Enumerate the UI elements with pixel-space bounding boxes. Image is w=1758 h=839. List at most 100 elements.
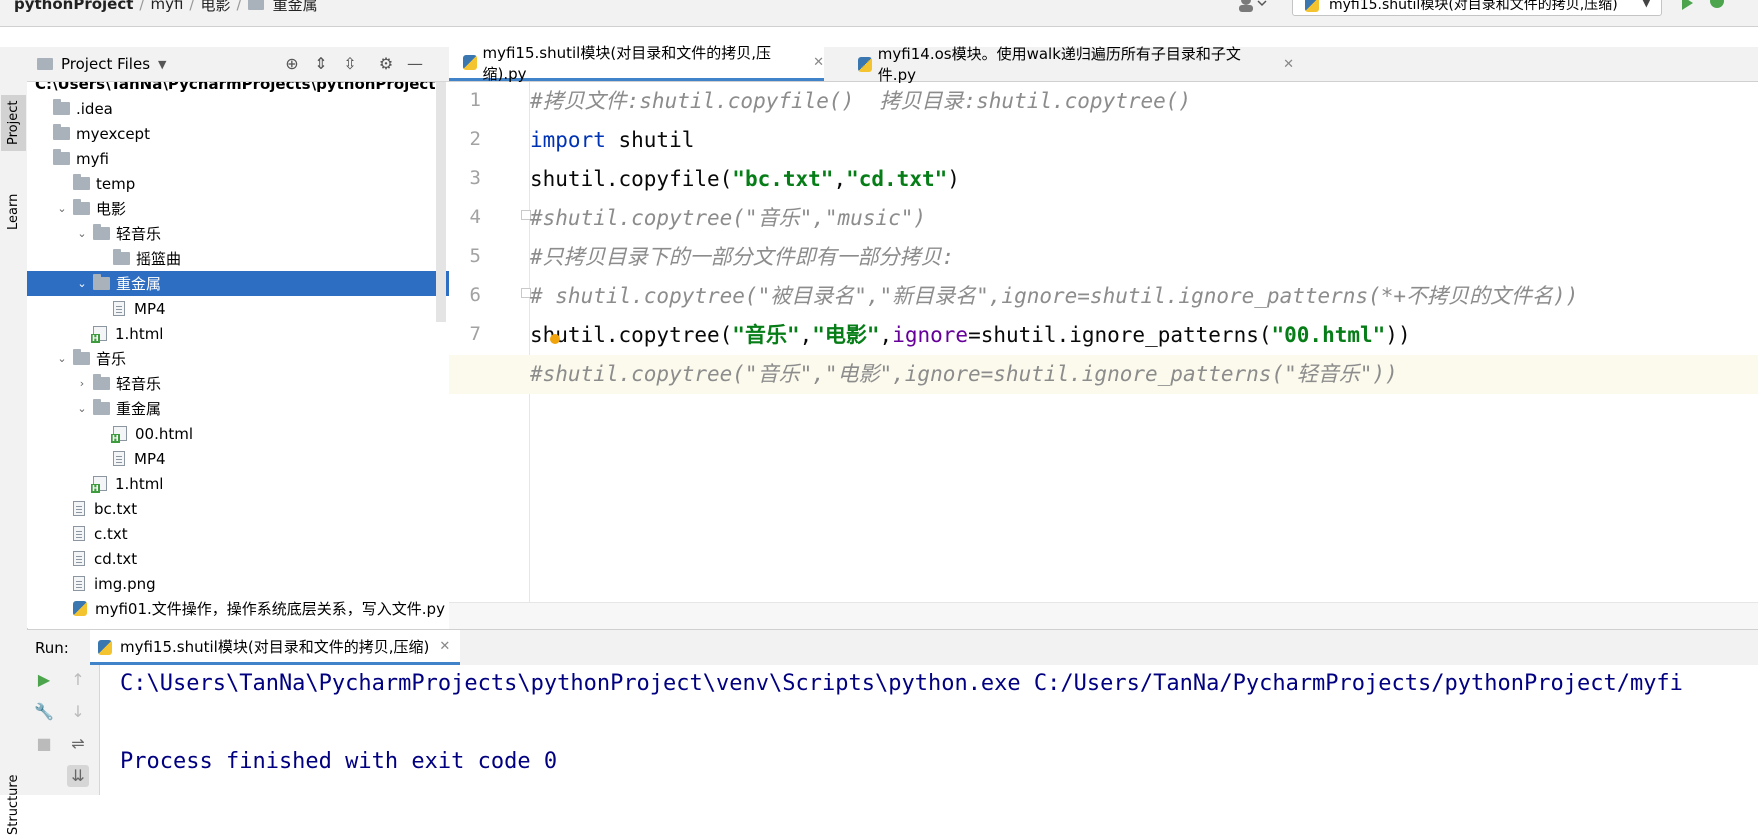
code-line-2[interactable]: import shutil [530, 121, 1758, 160]
line-number: 5 [469, 245, 481, 267]
tree-item[interactable]: temp [27, 171, 449, 196]
tree-item[interactable]: MP4 [27, 446, 449, 471]
soft-wrap-icon[interactable]: ⇌ [67, 733, 89, 755]
tree-item[interactable]: img.png [27, 571, 449, 596]
tree-item-label: myfi01.文件操作，操作系统底层关系，写入文件.py [95, 600, 445, 618]
tree-item[interactable]: bc.txt [27, 496, 449, 521]
locate-icon[interactable]: ⊕ [283, 55, 301, 73]
tree-item-label: 1.html [115, 474, 164, 493]
code-line-1[interactable]: #拷贝文件:shutil.copyfile() 拷贝目录:shutil.copy… [530, 82, 1758, 121]
breadcrumb-separator: / [189, 0, 195, 13]
editor-tab-myfi14[interactable]: myfi14.os模块。使用walk递归遍历所有子目录和子文件.py ✕ [844, 45, 1294, 84]
arrow-down-icon[interactable]: ↓ [67, 701, 89, 723]
tree-item-label: MP4 [134, 299, 166, 318]
tree-item[interactable]: ⌄ 电影 [27, 196, 449, 221]
run-icon[interactable] [1682, 0, 1693, 10]
chevron-down-icon[interactable]: ⌄ [75, 277, 89, 290]
tree-item[interactable]: › 轻音乐 [27, 371, 449, 396]
code-line-5[interactable]: #只拷贝目录下的一部分文件即有一部分拷贝: [530, 238, 1758, 277]
rerun-icon[interactable]: ▶ [33, 669, 55, 691]
breadcrumb-item-myfi[interactable]: myfi [150, 0, 183, 13]
tool-tab-structure[interactable]: Structure [1, 771, 26, 839]
run-console-output[interactable]: C:\Users\TanNa\PycharmProjects\pythonPro… [100, 665, 1758, 795]
folder-icon [93, 374, 110, 390]
chevron-down-icon[interactable]: ⌄ [55, 202, 69, 215]
tool-tab-learn[interactable]: Learn [1, 191, 26, 233]
tree-item-label: myfi [76, 149, 109, 168]
tree-item[interactable]: 摇篮曲 [27, 246, 449, 271]
project-panel-header: Project Files ▼ ⊕ ⇕ ⇳ ⚙ — [27, 47, 449, 82]
tree-item[interactable]: ⌄ 音乐 [27, 346, 449, 371]
project-view-selector[interactable]: Project Files [61, 55, 150, 73]
chevron-down-icon[interactable]: ▼ [158, 58, 166, 71]
breadcrumb-item-movie[interactable]: 电影 [200, 0, 230, 15]
editor-tab-myfi15[interactable]: myfi15.shutil模块(对目录和文件的拷贝,压缩).py ✕ [449, 44, 824, 83]
tree-item[interactable]: .idea [27, 96, 449, 121]
run-tab[interactable]: myfi15.shutil模块(对目录和文件的拷贝,压缩) ✕ [90, 630, 461, 665]
tree-item[interactable]: myexcept [27, 121, 449, 146]
intention-bulb-icon[interactable] [550, 334, 560, 344]
close-icon[interactable]: ✕ [1283, 57, 1294, 72]
code-line-3[interactable]: shutil.copyfile("bc.txt","cd.txt") [530, 160, 1758, 199]
tree-item-label: temp [96, 174, 136, 193]
folder-icon [113, 249, 130, 265]
code-line-7[interactable]: shutil.copytree("音乐","电影",ignore=shutil.… [530, 316, 1758, 355]
folder-icon [37, 58, 53, 70]
code-line-8[interactable]: #shutil.copytree("音乐","电影",ignore=shutil… [449, 355, 1758, 394]
gear-icon[interactable]: ⚙ [377, 55, 395, 73]
code-line-6[interactable]: # shutil.copytree("被目录名","新目录名",ignore=s… [530, 277, 1758, 316]
file-icon [73, 551, 85, 566]
python-file-icon [858, 56, 872, 72]
tree-item[interactable]: 1.html [27, 471, 449, 496]
chevron-right-icon[interactable]: › [75, 377, 89, 390]
tree-item[interactable]: ⌄ 重金属 [27, 396, 449, 421]
tree-item[interactable]: 1.html [27, 321, 449, 346]
debug-icon[interactable] [1710, 0, 1724, 8]
folder-icon [93, 224, 110, 240]
tree-item[interactable]: MP4 [27, 296, 449, 321]
wrench-icon[interactable]: 🔧 [33, 701, 55, 723]
breadcrumb-project[interactable]: pythonProject [14, 0, 133, 13]
scroll-to-end-icon[interactable]: ⇊ [67, 765, 89, 787]
expand-all-icon[interactable]: ⇕ [312, 55, 330, 73]
run-tab-label: myfi15.shutil模块(对目录和文件的拷贝,压缩) [120, 637, 430, 656]
folder-icon [73, 199, 90, 215]
tree-item[interactable]: 00.html [27, 421, 449, 446]
close-icon[interactable]: ✕ [813, 55, 824, 70]
chevron-down-icon[interactable]: ⌄ [75, 227, 89, 240]
folder-icon [53, 149, 70, 165]
chevron-down-icon[interactable]: ⌄ [75, 402, 89, 415]
close-icon[interactable]: ✕ [439, 639, 450, 654]
breadcrumb-item-heavy-metal[interactable]: 重金属 [273, 0, 318, 15]
code-line-4[interactable]: #shutil.copytree("音乐","music") [530, 199, 1758, 238]
folder-icon [73, 349, 90, 365]
html-file-icon [91, 326, 107, 343]
editor-tab-label: myfi14.os模块。使用walk递归遍历所有子目录和子文件.py [877, 45, 1241, 84]
tree-item[interactable]: ⌄ 重金属 [27, 271, 449, 296]
hide-icon[interactable]: — [406, 55, 424, 73]
tree-item-label: bc.txt [94, 499, 138, 518]
tree-item[interactable]: myfi01.文件操作，操作系统底层关系，写入文件.py [27, 596, 449, 621]
code-editor[interactable]: #拷贝文件:shutil.copyfile() 拷贝目录:shutil.copy… [449, 82, 1758, 602]
run-configuration-select[interactable]: myfi15.shutil模块(对目录和文件的拷贝,压缩) ▼ [1292, 0, 1662, 16]
scrollbar[interactable] [436, 82, 446, 322]
folder-icon [93, 274, 110, 290]
chevron-down-icon[interactable]: ⌄ [55, 352, 69, 365]
tree-item[interactable]: ⌄ 轻音乐 [27, 221, 449, 246]
collapse-all-icon[interactable]: ⇳ [341, 55, 359, 73]
tree-item[interactable]: C:\Users\TanNa\PycharmProjects\pythonPro… [27, 82, 449, 96]
user-icon[interactable] [1237, 0, 1267, 12]
line-number-gutter: 1 2 3 4 5 6 7 8 [449, 82, 531, 602]
run-configuration-label: myfi15.shutil模块(对目录和文件的拷贝,压缩) [1329, 0, 1618, 13]
file-icon [113, 451, 125, 466]
stop-icon[interactable]: ■ [33, 733, 55, 755]
tool-tab-project[interactable]: Project [1, 95, 26, 151]
tree-item-label: myexcept [76, 124, 150, 143]
tree-item-label: 轻音乐 [116, 225, 162, 243]
tree-item[interactable]: myfi [27, 146, 449, 171]
console-line: C:\Users\TanNa\PycharmProjects\pythonPro… [120, 671, 1683, 696]
tree-item[interactable]: cd.txt [27, 546, 449, 571]
arrow-up-icon[interactable]: ↑ [67, 669, 89, 691]
tree-item[interactable]: c.txt [27, 521, 449, 546]
run-panel-header: Run: myfi15.shutil模块(对目录和文件的拷贝,压缩) ✕ [27, 629, 1758, 666]
